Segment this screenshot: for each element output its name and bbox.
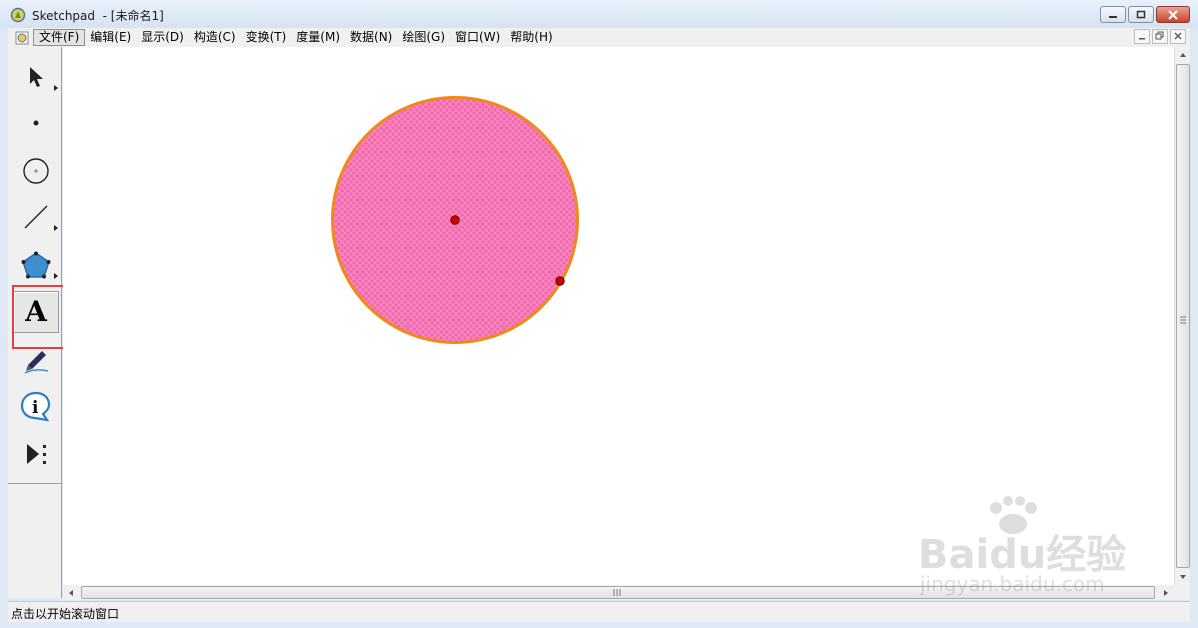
- vertical-scroll-thumb[interactable]: [1176, 64, 1190, 568]
- close-icon: [1174, 32, 1182, 40]
- restore-icon: [1155, 31, 1164, 40]
- menu-file[interactable]: 文件(F): [33, 29, 86, 46]
- point-icon: [33, 120, 39, 126]
- svg-text:i: i: [32, 398, 39, 418]
- scroll-left-icon: [69, 589, 73, 596]
- doc-minimize-button[interactable]: [1134, 29, 1150, 44]
- point-tool[interactable]: [12, 101, 60, 145]
- information-tool[interactable]: i: [12, 384, 60, 428]
- menu-edit[interactable]: 编辑(E): [85, 29, 136, 46]
- scroll-right-icon: [1164, 589, 1168, 596]
- vertical-scrollbar[interactable]: [1174, 47, 1190, 585]
- grip-icon: [1180, 316, 1186, 324]
- scroll-down-button[interactable]: [1175, 569, 1191, 585]
- status-text: 点击以开始滚动窗口: [11, 607, 120, 621]
- pentagon-icon: [21, 251, 51, 279]
- doc-close-button[interactable]: [1170, 29, 1186, 44]
- menu-construct[interactable]: 构造(C): [189, 29, 241, 46]
- scroll-up-icon: [1180, 53, 1186, 57]
- circle-icon: [23, 158, 49, 184]
- tool-submenu-indicator-icon: [54, 225, 58, 231]
- scroll-left-button[interactable]: [63, 585, 79, 600]
- close-icon: [1168, 9, 1178, 20]
- polygon-tool[interactable]: [12, 243, 60, 287]
- title-bar: Sketchpad - [未命名1]: [0, 0, 1198, 28]
- scroll-down-icon: [1180, 575, 1186, 579]
- toolbox-divider: [8, 483, 62, 484]
- window-frame-bottom: [0, 622, 1198, 628]
- watermark-url: jingyan.baidu.com: [920, 572, 1105, 596]
- radius-point[interactable]: [555, 276, 565, 286]
- info-icon: i: [20, 391, 51, 422]
- menu-window[interactable]: 窗口(W): [450, 29, 505, 46]
- tool-submenu-indicator-icon: [54, 85, 58, 91]
- grip-icon: [613, 589, 621, 596]
- window-title: Sketchpad - [未命名1]: [32, 9, 164, 23]
- selection-arrow-tool[interactable]: [12, 55, 60, 99]
- custom-tool[interactable]: [12, 432, 60, 476]
- close-button[interactable]: [1156, 6, 1190, 23]
- minimize-button[interactable]: [1100, 6, 1126, 23]
- menu-help[interactable]: 帮助(H): [505, 29, 557, 46]
- minimize-icon: [1109, 15, 1117, 18]
- document-icon[interactable]: [15, 31, 29, 45]
- straightedge-tool[interactable]: [12, 195, 60, 239]
- compass-tool[interactable]: [12, 149, 60, 193]
- scrollbar-corner: [1174, 585, 1190, 600]
- status-bar: 点击以开始滚动窗口: [8, 601, 1190, 622]
- doc-restore-button[interactable]: [1152, 29, 1168, 44]
- menu-measure[interactable]: 度量(M): [291, 29, 345, 46]
- baidu-watermark: Baidu经验 jingyan.baidu.com: [918, 496, 1138, 600]
- minimize-icon: [1139, 38, 1145, 40]
- menu-transform[interactable]: 变换(T): [241, 29, 292, 46]
- restore-icon: [1136, 10, 1146, 19]
- segment-icon: [24, 205, 48, 229]
- window-controls: [1100, 6, 1190, 23]
- menu-bar: 文件(F) 编辑(E) 显示(D) 构造(C) 变换(T) 度量(M) 数据(N…: [8, 28, 1190, 47]
- scroll-up-button[interactable]: [1175, 47, 1191, 63]
- menu-graph[interactable]: 绘图(G): [397, 29, 450, 46]
- custom-tool-icon: [27, 444, 46, 464]
- sketchpad-app-icon[interactable]: [10, 7, 26, 23]
- document-window-controls: [1134, 29, 1186, 44]
- arrow-icon: [30, 67, 43, 87]
- maximize-button[interactable]: [1128, 6, 1154, 23]
- tool-submenu-indicator-icon: [54, 273, 58, 279]
- scroll-right-button[interactable]: [1158, 585, 1174, 600]
- center-point[interactable]: [450, 215, 460, 225]
- menu-data[interactable]: 数据(N): [345, 29, 397, 46]
- menu-display[interactable]: 显示(D): [136, 29, 189, 46]
